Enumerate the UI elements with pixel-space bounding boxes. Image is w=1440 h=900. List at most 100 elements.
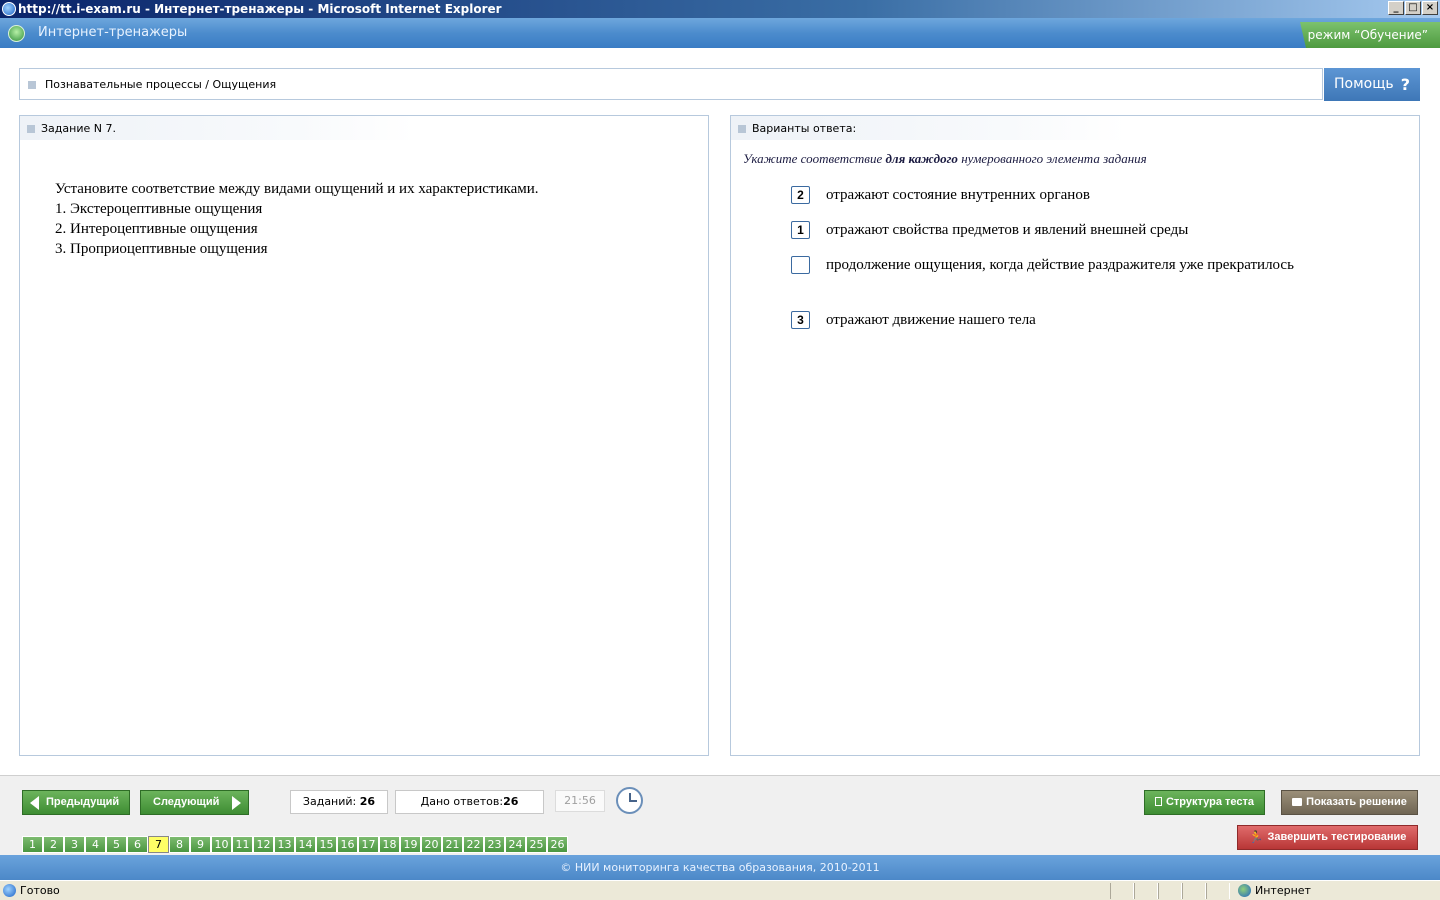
answer-text: продолжение ощущения, когда действие раз… bbox=[826, 257, 1294, 273]
question-mark-icon: ? bbox=[1400, 75, 1410, 94]
page-button[interactable]: 3 bbox=[64, 836, 85, 853]
bottom-navigation: Предыдущий Следующий Заданий: 26 Дано от… bbox=[0, 775, 1440, 855]
page-button[interactable]: 21 bbox=[442, 836, 463, 853]
answer-input[interactable]: 2 bbox=[791, 186, 810, 204]
answer-text: отражают свойства предметов и явлений вн… bbox=[826, 222, 1189, 238]
close-button[interactable]: × bbox=[1422, 1, 1438, 15]
browser-statusbar: Готово Интернет bbox=[0, 880, 1440, 900]
answer-input[interactable]: 1 bbox=[791, 221, 810, 239]
page-button[interactable]: 13 bbox=[274, 836, 295, 853]
running-man-icon: 🏃 bbox=[1248, 830, 1264, 844]
page-button[interactable]: 4 bbox=[85, 836, 106, 853]
page-button[interactable]: 20 bbox=[421, 836, 442, 853]
bullet-icon bbox=[738, 125, 746, 133]
page-button[interactable]: 10 bbox=[211, 836, 232, 853]
show-solution-button[interactable]: Показать решение bbox=[1281, 790, 1418, 815]
tasks-count-box: Заданий: 26 bbox=[290, 790, 388, 814]
arrow-left-icon bbox=[30, 796, 39, 810]
document-icon bbox=[1154, 797, 1162, 806]
page-button[interactable]: 6 bbox=[127, 836, 148, 853]
task-line: 1. Экстероцептивные ощущения bbox=[55, 201, 263, 217]
answers-panel-header: Варианты ответа: bbox=[731, 116, 1126, 140]
task-panel: Задание N 7. Установите соответствие меж… bbox=[19, 115, 709, 756]
page-button[interactable]: 18 bbox=[379, 836, 400, 853]
status-cell bbox=[1182, 883, 1206, 899]
page-button[interactable]: 23 bbox=[484, 836, 505, 853]
page-button[interactable]: 1 bbox=[22, 836, 43, 853]
page-button[interactable]: 9 bbox=[190, 836, 211, 853]
page-button[interactable]: 5 bbox=[106, 836, 127, 853]
ie-icon bbox=[2, 2, 16, 16]
timer: 21:56 bbox=[555, 790, 605, 812]
app-title: Интернет-тренажеры bbox=[38, 25, 188, 40]
mode-badge: режим “Обучение” bbox=[1300, 22, 1440, 48]
breadcrumb-text: Познавательные процессы / Ощущения bbox=[45, 78, 277, 91]
answers-count-box: Дано ответов:26 bbox=[395, 790, 544, 814]
next-button[interactable]: Следующий bbox=[140, 790, 249, 815]
main-content: Познавательные процессы / Ощущения Помощ… bbox=[0, 48, 1440, 775]
solution-label: Показать решение bbox=[1306, 796, 1407, 808]
page-button[interactable]: 15 bbox=[316, 836, 337, 853]
app-header: Интернет-тренажеры режим “Обучение” bbox=[0, 18, 1440, 48]
page-button[interactable]: 14 bbox=[295, 836, 316, 853]
page-button[interactable]: 16 bbox=[337, 836, 358, 853]
task-panel-header: Задание N 7. bbox=[20, 116, 415, 140]
finish-test-button[interactable]: 🏃 Завершить тестирование bbox=[1237, 825, 1418, 850]
answers-given-count: 26 bbox=[503, 795, 519, 808]
status-cell bbox=[1110, 883, 1134, 899]
next-label: Следующий bbox=[153, 796, 220, 808]
clock-icon bbox=[616, 787, 643, 814]
answer-input[interactable]: 3 bbox=[791, 311, 810, 329]
globe-logo-icon bbox=[8, 25, 25, 42]
answer-instruction: Укажите соответствие для каждого нумеров… bbox=[743, 151, 1147, 167]
minimize-button[interactable]: _ bbox=[1388, 1, 1404, 15]
status-cell bbox=[1158, 883, 1182, 899]
status-cell bbox=[1206, 883, 1230, 899]
page-button[interactable]: 19 bbox=[400, 836, 421, 853]
task-line: 3. Проприоцептивные ощущения bbox=[55, 241, 268, 257]
page-button[interactable]: 22 bbox=[463, 836, 484, 853]
maximize-button[interactable]: □ bbox=[1405, 1, 1421, 15]
answers-given-label: Дано ответов: bbox=[420, 795, 504, 808]
prev-button[interactable]: Предыдущий bbox=[22, 790, 130, 815]
book-icon bbox=[1292, 798, 1303, 806]
finish-label: Завершить тестирование bbox=[1267, 831, 1407, 843]
page-button[interactable]: 12 bbox=[253, 836, 274, 853]
task-line: 2. Интероцептивные ощущения bbox=[55, 221, 258, 237]
internet-zone-icon bbox=[1238, 884, 1251, 897]
arrow-right-icon bbox=[232, 796, 241, 810]
page-button[interactable]: 17 bbox=[358, 836, 379, 853]
page-button[interactable]: 26 bbox=[547, 836, 568, 853]
page-button[interactable]: 25 bbox=[526, 836, 547, 853]
instruction-text: Укажите соответствие bbox=[743, 151, 886, 166]
task-line: Установите соответствие между видами ощу… bbox=[55, 181, 539, 197]
footer-copyright: © НИИ мониторинга качества образования, … bbox=[0, 855, 1440, 880]
answer-text: отражают движение нашего тела bbox=[826, 312, 1036, 328]
status-text: Готово bbox=[20, 884, 60, 897]
task-number: Задание N 7. bbox=[41, 122, 116, 135]
answers-panel: Варианты ответа: Укажите соответствие дл… bbox=[730, 115, 1420, 756]
page-button[interactable]: 24 bbox=[505, 836, 526, 853]
tasks-label: Заданий: bbox=[302, 795, 357, 808]
page-button[interactable]: 8 bbox=[169, 836, 190, 853]
help-button[interactable]: Помощь ? bbox=[1324, 68, 1420, 101]
breadcrumb: Познавательные процессы / Ощущения bbox=[19, 68, 1323, 100]
instruction-bold: для каждого bbox=[885, 151, 958, 166]
window-titlebar: http://tt.i-exam.ru - Интернет-тренажеры… bbox=[0, 0, 1440, 18]
page-status-icon bbox=[3, 884, 16, 897]
task-pagination: 1 2 3 4 5 6 7 8 9 10 11 12 13 14 15 16 1… bbox=[22, 836, 568, 853]
task-text: Установите соответствие между видами ощу… bbox=[55, 179, 539, 259]
window-controls: _ □ × bbox=[1388, 1, 1438, 15]
bullet-icon bbox=[28, 81, 36, 89]
page-button-current[interactable]: 7 bbox=[148, 836, 169, 853]
help-label: Помощь bbox=[1334, 76, 1394, 92]
window-title: http://tt.i-exam.ru - Интернет-тренажеры… bbox=[18, 2, 502, 16]
answer-text: отражают состояние внутренних органов bbox=[826, 187, 1090, 203]
test-structure-button[interactable]: Структура теста bbox=[1144, 790, 1265, 815]
page-button[interactable]: 11 bbox=[232, 836, 253, 853]
page-button[interactable]: 2 bbox=[43, 836, 64, 853]
structure-label: Структура теста bbox=[1165, 796, 1255, 808]
status-cell bbox=[1134, 883, 1158, 899]
answer-input[interactable] bbox=[791, 256, 810, 274]
tasks-count: 26 bbox=[359, 795, 376, 808]
